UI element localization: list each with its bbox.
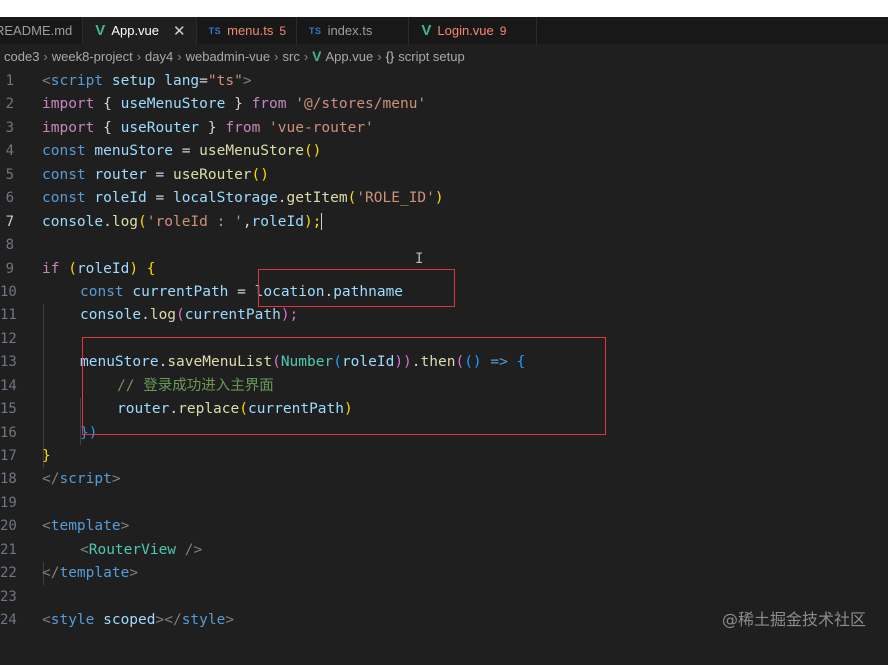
problem-count-badge: 9	[499, 23, 507, 38]
highlight-box-save-menu	[82, 337, 606, 435]
line-number: 24	[0, 612, 17, 629]
tab-app-vue[interactable]: V App.vue ✕	[83, 17, 197, 44]
breadcrumb-item[interactable]: src	[282, 49, 299, 64]
code-line: 3 import { useRouter } from 'vue-router'	[0, 117, 888, 140]
vue-icon: V	[421, 22, 432, 39]
chevron-right-icon: ›	[43, 48, 48, 64]
close-icon[interactable]: ✕	[173, 22, 186, 40]
code-line: 17}	[0, 445, 888, 468]
highlight-box-pathname	[258, 269, 455, 307]
watermark: @稀土掘金技术社区	[721, 610, 866, 629]
problem-count-badge: 5	[279, 23, 287, 38]
line-number: 6	[5, 190, 14, 207]
line-number: 8	[5, 237, 14, 254]
code-line: 18 </script>	[0, 468, 888, 491]
code-line: 6 const roleId = localStorage.getItem('RO…	[0, 187, 888, 210]
tab-bar-empty	[537, 17, 888, 44]
line-number: 1	[5, 73, 14, 89]
code-line: 7 console.log('roleId : ',roleId);	[0, 211, 888, 234]
code-line: 21 <RouterView />	[0, 539, 888, 562]
code-line: 8	[0, 234, 888, 257]
breadcrumb-item[interactable]: webadmin-vue	[186, 49, 271, 64]
braces-icon: {}	[385, 48, 395, 64]
breadcrumb-item[interactable]: code3	[4, 49, 39, 64]
breadcrumb: code3 › week8-project › day4 › webadmin-…	[0, 44, 888, 68]
chevron-right-icon: ›	[177, 48, 182, 64]
code-line: 22 </template>	[0, 562, 888, 585]
line-number: 3	[5, 119, 14, 136]
line-number: 13	[0, 354, 17, 371]
code-line: 2 import { useMenuStore } from '@/stores/…	[0, 93, 888, 116]
chevron-right-icon: ›	[274, 48, 279, 64]
line-number: 15	[0, 401, 17, 418]
line-number: 5	[5, 166, 14, 183]
line-number: 2	[5, 96, 14, 113]
code-line: 20 <template>	[0, 515, 888, 538]
line-number: 4	[5, 143, 14, 160]
text-cursor	[321, 213, 323, 231]
line-number: 21	[0, 541, 17, 558]
code-line: 4 const menuStore = useMenuStore()	[0, 140, 888, 163]
breadcrumb-item[interactable]: day4	[145, 49, 173, 64]
line-number: 22	[0, 565, 17, 582]
tab-label: index.ts	[327, 23, 373, 38]
tab-label: Login.vue	[437, 23, 494, 38]
ts-icon: TS	[208, 25, 222, 36]
mouse-ibeam-icon: I	[415, 251, 424, 267]
line-number: 23	[0, 588, 17, 605]
tab-index-ts[interactable]: TS index.ts	[297, 17, 410, 44]
line-number: 20	[0, 518, 17, 535]
line-number: 7	[5, 213, 14, 230]
editor-tab-bar: README.md V App.vue ✕ TS menu.ts 5 TS in…	[0, 17, 888, 44]
line-number: 17	[0, 448, 17, 464]
line-number: 14	[0, 377, 17, 394]
tab-menu-ts[interactable]: TS menu.ts 5	[196, 17, 298, 44]
breadcrumb-item[interactable]: App.vue	[326, 49, 374, 64]
code-line: 11 console.log(currentPath);	[0, 304, 888, 327]
chevron-right-icon: ›	[136, 48, 142, 64]
line-number: 11	[0, 307, 17, 324]
line-number: 12	[0, 330, 17, 347]
code-editor: README.md V App.vue ✕ TS menu.ts 5 TS in…	[0, 17, 888, 665]
line-number: 16	[0, 424, 17, 441]
line-number: 9	[5, 260, 14, 277]
code-line: 1 <script setup lang="ts">	[0, 70, 888, 93]
chevron-right-icon: ›	[377, 48, 382, 64]
code-line: 19	[0, 492, 888, 515]
tab-readme[interactable]: README.md	[0, 17, 84, 44]
line-number: 18	[0, 471, 17, 488]
line-number: 10	[0, 283, 17, 300]
tab-label: README.md	[0, 23, 73, 38]
ts-icon: TS	[309, 25, 322, 36]
breadcrumb-item[interactable]: script setup	[398, 49, 464, 64]
tab-login-vue[interactable]: V Login.vue 9	[409, 17, 538, 44]
code-line: 5 const router = useRouter()	[0, 164, 888, 187]
breadcrumb-item[interactable]: week8-project	[52, 49, 133, 64]
line-number: 19	[0, 494, 17, 511]
vue-icon: V	[312, 48, 322, 64]
chevron-right-icon: ›	[303, 48, 309, 64]
tab-label: App.vue	[111, 23, 160, 38]
tab-label: menu.ts	[227, 23, 274, 38]
vue-icon: V	[95, 22, 106, 39]
